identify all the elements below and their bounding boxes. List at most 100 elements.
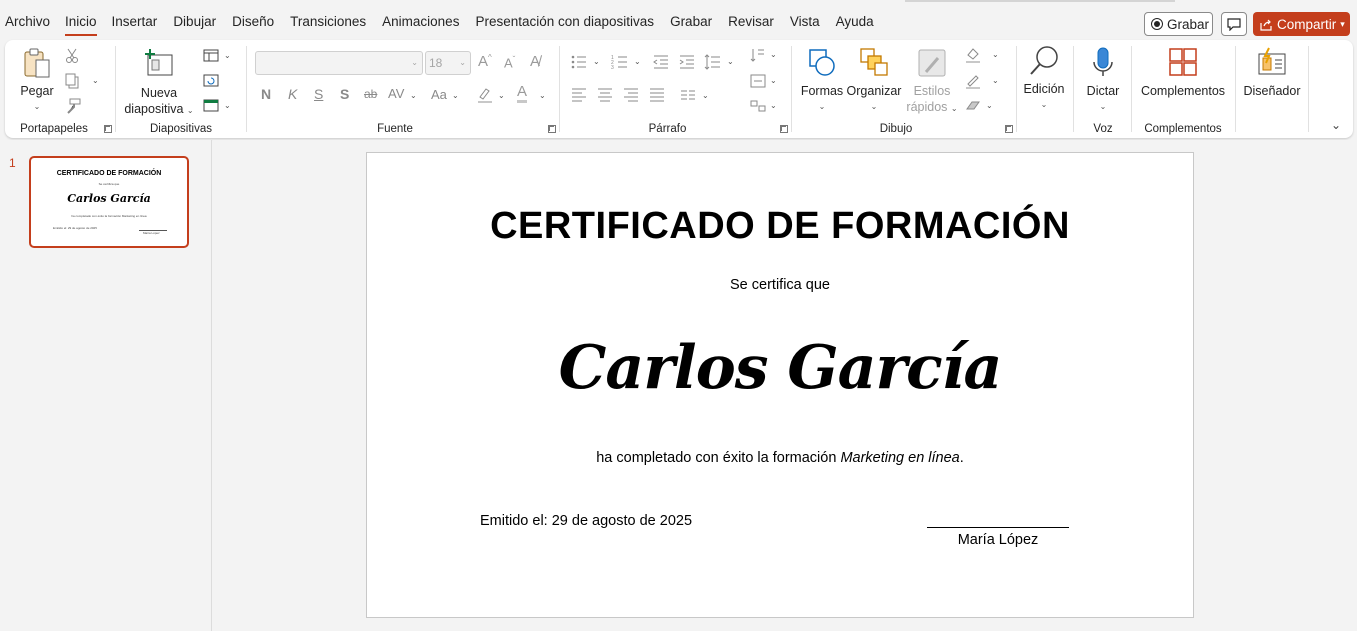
smartart-chevron-icon[interactable]: ⌄ <box>770 101 777 110</box>
bullets-icon[interactable] <box>570 53 588 71</box>
issue-date[interactable]: Emitido el: 29 de agosto de 2025 <box>480 513 692 529</box>
align-center-icon[interactable] <box>596 86 614 104</box>
tab-vista[interactable]: Vista <box>785 14 825 36</box>
align-right-icon[interactable] <box>622 86 640 104</box>
bullets-chevron-icon[interactable]: ⌄ <box>593 57 600 66</box>
shape-effects-icon[interactable] <box>964 97 982 115</box>
ribbon-options-chevron-icon[interactable]: ⌄ <box>1331 118 1341 132</box>
copy-chevron-icon[interactable]: ⌄ <box>92 76 99 85</box>
smartart-icon[interactable] <box>749 97 767 115</box>
clear-format-icon[interactable]: A̸ <box>530 53 540 70</box>
change-case-chevron-icon[interactable]: ⌄ <box>452 91 459 100</box>
numbering-chevron-icon[interactable]: ⌄ <box>634 57 641 66</box>
increase-indent-icon[interactable] <box>678 53 696 71</box>
highlight-icon[interactable] <box>476 86 494 104</box>
signer-name[interactable]: María López <box>927 532 1069 548</box>
highlight-chevron-icon[interactable]: ⌄ <box>498 91 505 100</box>
quick-styles-button[interactable]: Estilos rápidos ⌄ <box>904 46 960 117</box>
font-size-box[interactable]: 18 ⌄ <box>425 51 471 75</box>
font-size-value: 18 <box>429 56 443 70</box>
slide[interactable]: CERTIFICADO DE FORMACIÓN Se certifica qu… <box>366 152 1194 618</box>
share-button[interactable]: Compartir ▾ <box>1253 12 1350 36</box>
layout-chevron-icon[interactable]: ⌄ <box>224 51 231 60</box>
bold-button[interactable]: N <box>261 86 271 102</box>
align-left-icon[interactable] <box>570 86 588 104</box>
cut-icon[interactable] <box>64 47 82 65</box>
completion-suffix: . <box>959 450 964 466</box>
drawing-launcher-icon[interactable] <box>1005 125 1013 133</box>
shape-outline-icon[interactable] <box>964 72 982 90</box>
tab-dibujar[interactable]: Dibujar <box>168 14 221 36</box>
tab-ayuda[interactable]: Ayuda <box>831 14 879 36</box>
certificate-subtitle[interactable]: Se certifica que <box>367 277 1193 293</box>
ribbon-divider <box>115 46 116 132</box>
paragraph-launcher-icon[interactable] <box>780 125 788 133</box>
section-chevron-icon[interactable]: ⌄ <box>224 101 231 110</box>
tab-presentacion[interactable]: Presentación con diapositivas <box>470 14 659 36</box>
tab-insertar[interactable]: Insertar <box>107 14 163 36</box>
text-direction-chevron-icon[interactable]: ⌄ <box>770 50 777 59</box>
designer-button[interactable]: Diseñador <box>1240 46 1304 99</box>
record-button[interactable]: Grabar <box>1144 12 1213 36</box>
underline-button[interactable]: S <box>314 86 323 102</box>
columns-icon[interactable] <box>679 86 697 104</box>
shape-fill-icon[interactable] <box>964 46 982 64</box>
format-painter-icon[interactable] <box>64 97 82 115</box>
arrange-button[interactable]: Organizar ⌄ <box>846 46 902 115</box>
grow-font-icon[interactable]: A^ <box>478 53 492 70</box>
tab-inicio[interactable]: Inicio <box>60 14 102 36</box>
italic-button[interactable]: K <box>288 86 297 102</box>
strikethrough-button[interactable]: ab <box>364 87 377 101</box>
copy-icon[interactable] <box>64 72 82 90</box>
editing-button[interactable]: Edición ⌄ <box>1020 44 1068 113</box>
decrease-indent-icon[interactable] <box>652 53 670 71</box>
tab-diseno[interactable]: Diseño <box>227 14 279 36</box>
editing-label: Edición <box>1023 82 1065 96</box>
font-color-icon[interactable]: A <box>517 84 528 103</box>
align-text-chevron-icon[interactable]: ⌄ <box>770 76 777 85</box>
shape-effects-chevron-icon[interactable]: ⌄ <box>986 101 993 110</box>
shape-fill-chevron-icon[interactable]: ⌄ <box>992 50 999 59</box>
line-spacing-icon[interactable] <box>704 53 722 71</box>
section-icon[interactable] <box>202 97 220 115</box>
dictate-button[interactable]: Dictar ⌄ <box>1080 46 1126 115</box>
slide-thumbnail[interactable]: CERTIFICADO DE FORMACIÓN Se certifica qu… <box>29 156 189 248</box>
new-slide-button[interactable]: Nueva diapositiva ⌄ <box>122 47 196 119</box>
font-launcher-icon[interactable] <box>548 125 556 133</box>
comments-button[interactable] <box>1221 12 1247 36</box>
layout-icon[interactable] <box>202 47 220 65</box>
paste-button[interactable]: Pegar ⌄ <box>14 47 60 115</box>
columns-chevron-icon[interactable]: ⌄ <box>702 91 709 100</box>
justify-icon[interactable] <box>648 86 666 104</box>
completion-text[interactable]: ha completado con éxito la formación Mar… <box>367 450 1193 466</box>
addins-button[interactable]: Complementos <box>1137 46 1229 99</box>
tab-archivo[interactable]: Archivo <box>0 14 55 36</box>
tab-animaciones[interactable]: Animaciones <box>377 14 464 36</box>
line-spacing-chevron-icon[interactable]: ⌄ <box>727 57 734 66</box>
char-spacing-chevron-icon[interactable]: ⌄ <box>410 91 417 100</box>
char-spacing-button[interactable]: AV <box>388 86 404 101</box>
certificate-title[interactable]: CERTIFICADO DE FORMACIÓN <box>367 205 1193 248</box>
numbering-icon[interactable]: 123 <box>611 53 629 71</box>
font-color-chevron-icon[interactable]: ⌄ <box>539 91 546 100</box>
font-name-box[interactable]: ⌄ <box>255 51 423 75</box>
addins-label: Complementos <box>1140 84 1226 98</box>
text-direction-icon[interactable] <box>749 46 767 64</box>
shapes-button[interactable]: Formas ⌄ <box>800 46 844 115</box>
align-text-icon[interactable] <box>749 72 767 90</box>
change-case-button[interactable]: Aa <box>431 87 447 102</box>
thumbnail-issued: Emitido el: 29 de agosto de 2025 <box>53 226 97 230</box>
record-icon <box>1151 18 1163 30</box>
tab-revisar[interactable]: Revisar <box>723 14 779 36</box>
shadow-button[interactable]: S <box>340 86 349 102</box>
shape-outline-chevron-icon[interactable]: ⌄ <box>992 76 999 85</box>
tab-grabar[interactable]: Grabar <box>665 14 717 36</box>
recipient-name[interactable]: Carlos García <box>367 333 1193 403</box>
reset-icon[interactable] <box>202 72 220 90</box>
thumbnail-signer: María López <box>143 231 160 235</box>
clipboard-launcher-icon[interactable] <box>104 125 112 133</box>
tab-transiciones[interactable]: Transiciones <box>285 14 371 36</box>
designer-icon <box>1258 47 1286 75</box>
shrink-font-icon[interactable]: Aˇ <box>504 55 515 70</box>
arrange-icon <box>860 48 888 76</box>
